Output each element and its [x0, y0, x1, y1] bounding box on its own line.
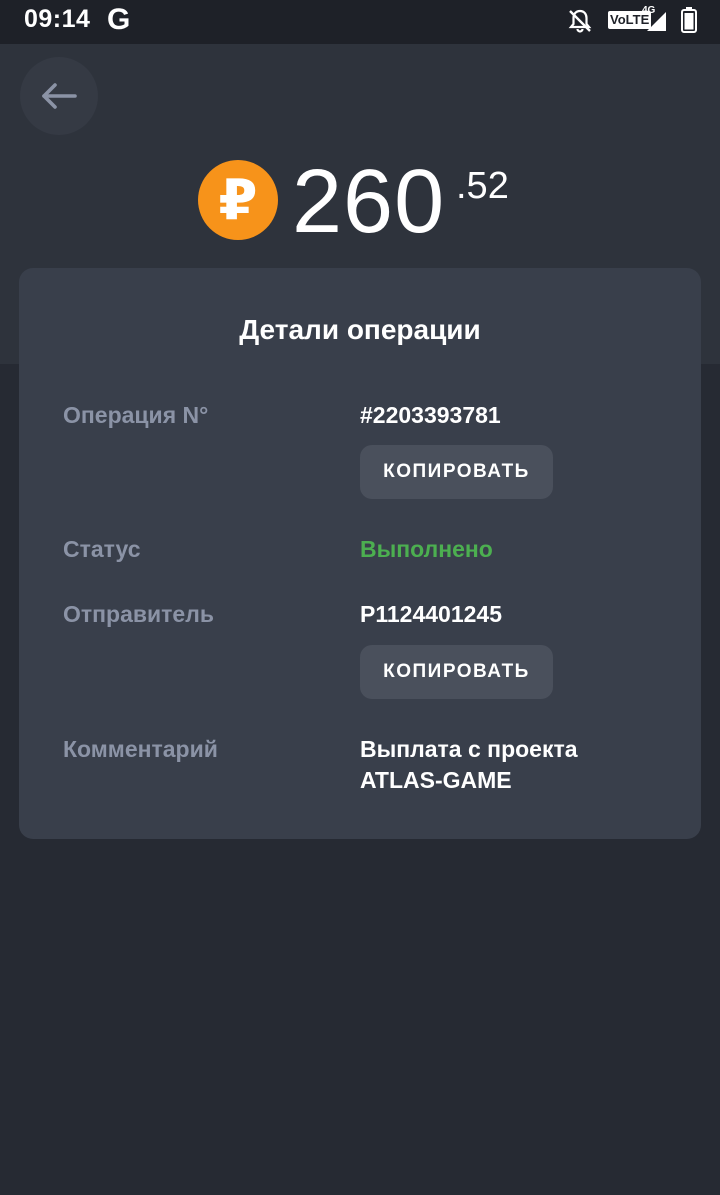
sender-value: P1124401245	[360, 601, 502, 627]
copy-sender-button[interactable]: КОПИРОВАТЬ	[360, 645, 553, 699]
copy-operation-button[interactable]: КОПИРОВАТЬ	[360, 445, 553, 499]
status-value: Выполнено	[360, 536, 493, 562]
comment-value-line2: ATLAS-GAME	[360, 767, 512, 793]
operation-number-label: Операция N°	[63, 402, 209, 428]
arrow-left-icon	[42, 83, 77, 109]
sender-label: Отправитель	[63, 601, 214, 627]
back-button[interactable]	[20, 57, 98, 135]
card-title: Детали операции	[239, 314, 481, 345]
status-time: 09:14	[24, 5, 91, 33]
balance-amount: 260	[292, 152, 446, 252]
google-icon: G	[107, 3, 131, 36]
battery-icon	[681, 7, 697, 33]
operation-details-card: Детали операции Операция N° #2203393781 …	[19, 268, 701, 839]
status-label: Статус	[63, 536, 141, 562]
balance-fraction: .52	[456, 165, 509, 207]
ruble-coin-icon: ₽	[198, 160, 278, 240]
bell-off-icon	[568, 9, 592, 33]
status-bar: 09:14 G VoLTE 4G	[0, 0, 720, 44]
signal-icon	[647, 12, 666, 31]
comment-label: Комментарий	[63, 736, 218, 762]
operation-number-value: #2203393781	[360, 402, 501, 428]
currency-symbol: ₽	[218, 168, 258, 231]
comment-value-line1: Выплата с проекта	[360, 736, 578, 762]
